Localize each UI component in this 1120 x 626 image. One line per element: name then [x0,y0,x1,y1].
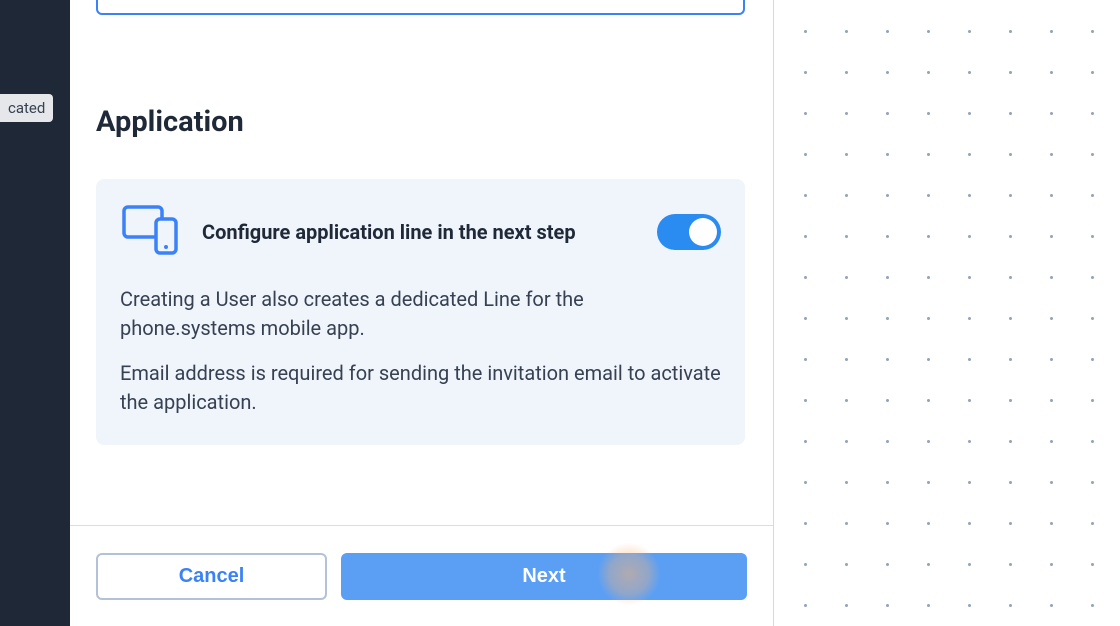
application-info-card: Configure application line in the next s… [96,179,745,445]
card-header: Configure application line in the next s… [120,203,721,261]
configure-app-toggle[interactable] [657,214,721,250]
content-area: Application Configure application line i… [70,0,773,525]
section-heading-application: Application [96,105,747,139]
devices-icon [120,203,180,261]
canvas-dot-grid [774,0,1120,626]
card-description-2: Email address is required for sending th… [120,359,721,417]
main-panel: Application Configure application line i… [70,0,774,626]
card-description-1: Creating a User also creates a dedicated… [120,285,721,343]
card-title: Configure application line in the next s… [202,220,635,244]
sidebar-badge-truncated[interactable]: cated [0,94,53,122]
toggle-knob [689,218,717,246]
next-button[interactable]: Next [341,553,747,600]
email-input-partial[interactable] [96,0,745,15]
sidebar: cated [0,0,70,626]
cancel-button[interactable]: Cancel [96,553,327,600]
footer-actions: Cancel Next [70,525,773,626]
